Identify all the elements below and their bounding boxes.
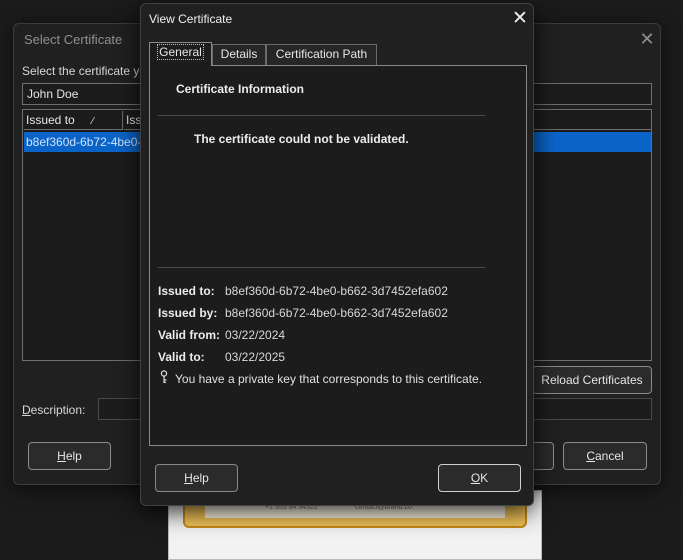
valid-to-label: Valid to: — [158, 350, 205, 364]
issued-to-label: Issued to: — [158, 284, 215, 298]
view-certificate-dialog: View Certificate ✕ General Details Certi… — [140, 3, 534, 506]
valid-to-value: 03/22/2025 — [225, 350, 286, 364]
close-icon[interactable]: ✕ — [509, 7, 531, 31]
help-button[interactable]: Help — [28, 442, 111, 470]
validation-warning: The certificate could not be validated. — [194, 132, 409, 146]
issued-by-label: Issued by: — [158, 306, 218, 320]
valid-from-label: Valid from: — [158, 328, 221, 342]
column-header-issued-to[interactable]: Issued to ⁄ — [24, 111, 123, 130]
issued-to-value: b8ef360d-6b72-4be0-b662-3d7452efa602 — [225, 284, 448, 298]
close-icon[interactable]: ✕ — [636, 28, 658, 50]
sort-icon: ⁄ — [92, 116, 94, 127]
tab-general[interactable]: General — [149, 42, 212, 66]
reload-certificates-button[interactable]: Reload Certificates — [532, 366, 652, 394]
tab-label: General — [157, 44, 204, 60]
ok-button[interactable]: OK — [438, 464, 521, 492]
tab-details[interactable]: Details — [212, 44, 266, 65]
key-icon — [160, 370, 168, 383]
certificate-information-heading: Certificate Information — [176, 82, 305, 96]
tab-certification-path[interactable]: Certification Path — [266, 44, 377, 65]
divider — [158, 115, 485, 116]
column-header-label: Issued to — [26, 113, 75, 127]
description-label: Description: — [22, 403, 86, 417]
issued-by-value: b8ef360d-6b72-4be0-b662-3d7452efa602 — [225, 306, 448, 320]
divider — [158, 267, 485, 268]
dialog-title: View Certificate — [149, 12, 233, 26]
private-key-note: You have a private key that corresponds … — [175, 372, 483, 386]
general-panel: Certificate Information The certificate … — [149, 65, 527, 446]
cancel-button[interactable]: Cancel — [563, 442, 647, 470]
help-button[interactable]: Help — [155, 464, 238, 492]
valid-from-value: 03/22/2024 — [225, 328, 286, 342]
select-prompt: Select the certificate you — [22, 64, 153, 78]
dialog-title: Select Certificate — [24, 32, 123, 47]
